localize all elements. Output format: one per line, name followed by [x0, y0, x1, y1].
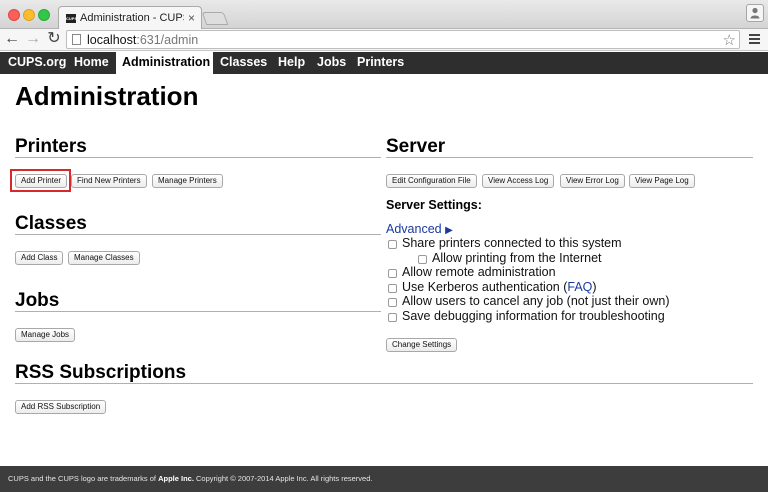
jobs-divider — [15, 311, 381, 312]
server-settings-label: Server Settings: — [386, 198, 482, 212]
cups-nav-bar: CUPS.org Home Administration Classes Hel… — [0, 52, 768, 74]
remote-admin-checkbox[interactable] — [388, 269, 397, 278]
edit-configuration-file-button[interactable]: Edit Configuration File — [386, 174, 477, 188]
footer: CUPS and the CUPS logo are trademarks of… — [0, 466, 768, 492]
person-icon — [750, 7, 760, 19]
nav-jobs[interactable]: Jobs — [317, 52, 347, 74]
cancel-any-job-checkbox[interactable] — [388, 298, 397, 307]
browser-titlebar: CUPS Administration - CUPS 2.0 × — [0, 0, 768, 30]
profile-button[interactable] — [746, 4, 764, 22]
address-bar[interactable]: localhost:631/admin ☆ — [66, 30, 740, 49]
debug-logging-checkbox[interactable] — [388, 313, 397, 322]
debug-logging-label: Save debugging information for troublesh… — [402, 309, 665, 323]
browser-tab-active[interactable]: CUPS Administration - CUPS 2.0 × — [58, 6, 202, 30]
url-text[interactable]: localhost:631/admin — [87, 33, 198, 47]
close-window-button[interactable] — [8, 9, 20, 21]
remote-admin-label: Allow remote administration — [402, 265, 556, 279]
browser-toolbar: ← → ↻ localhost:631/admin ☆ — [0, 29, 768, 51]
forward-icon[interactable]: → — [25, 31, 41, 47]
view-access-log-button[interactable]: View Access Log — [482, 174, 555, 188]
tab-title: Administration - CUPS 2.0 — [80, 12, 184, 24]
minimize-window-button[interactable] — [23, 9, 35, 21]
add-printer-highlight — [10, 169, 71, 192]
kerberos-label: Use Kerberos authentication (FAQ) — [402, 280, 597, 294]
nav-classes[interactable]: Classes — [220, 52, 267, 74]
view-page-log-button[interactable]: View Page Log — [629, 174, 695, 188]
server-divider — [386, 157, 753, 158]
page-icon — [72, 34, 81, 45]
share-printers-label: Share printers connected to this system — [402, 236, 622, 250]
nav-printers[interactable]: Printers — [357, 52, 407, 74]
kerberos-checkbox[interactable] — [388, 284, 397, 293]
new-tab-button[interactable] — [201, 12, 229, 25]
star-icon[interactable]: ☆ — [723, 31, 736, 49]
printers-divider — [15, 157, 381, 158]
url-path: :631/admin — [136, 33, 199, 47]
advanced-link[interactable]: Advanced ▶ — [386, 222, 453, 236]
back-icon[interactable]: ← — [4, 31, 20, 47]
find-new-printers-button[interactable]: Find New Printers — [71, 174, 147, 188]
add-class-button[interactable]: Add Class — [15, 251, 64, 265]
rss-divider — [15, 383, 753, 384]
menu-icon[interactable] — [749, 34, 760, 44]
url-host: localhost — [87, 33, 137, 47]
manage-jobs-button[interactable]: Manage Jobs — [15, 328, 76, 342]
allow-internet-printing-label: Allow printing from the Internet — [432, 251, 602, 265]
allow-internet-printing-checkbox[interactable] — [418, 255, 427, 264]
nav-home[interactable]: Home — [74, 52, 110, 74]
faq-link[interactable]: FAQ — [567, 280, 592, 294]
share-printers-checkbox[interactable] — [388, 240, 397, 249]
view-error-log-button[interactable]: View Error Log — [560, 174, 625, 188]
expand-arrow-icon: ▶ — [445, 225, 453, 236]
advanced-label: Advanced — [386, 222, 442, 236]
page-title: Administration — [15, 81, 199, 111]
manage-classes-button[interactable]: Manage Classes — [68, 251, 140, 265]
classes-divider — [15, 234, 381, 235]
reload-icon[interactable]: ↻ — [46, 31, 62, 47]
kerberos-label-text: Use Kerberos authentication ( — [402, 280, 568, 294]
footer-brand: Apple Inc. — [158, 474, 194, 483]
nav-administration[interactable]: Administration — [116, 52, 213, 74]
cups-favicon-icon: CUPS — [66, 14, 78, 23]
manage-printers-button[interactable]: Manage Printers — [152, 174, 223, 188]
footer-text-suffix: Copyright © 2007-2014 Apple Inc. All rig… — [193, 474, 373, 483]
tab-close-icon[interactable]: × — [188, 11, 195, 25]
nav-cups-org[interactable]: CUPS.org — [8, 52, 66, 74]
add-rss-subscription-button[interactable]: Add RSS Subscription — [15, 400, 107, 414]
change-settings-button[interactable]: Change Settings — [386, 338, 458, 352]
zoom-window-button[interactable] — [38, 9, 50, 21]
kerberos-label-close: ) — [592, 280, 597, 294]
cancel-any-job-label: Allow users to cancel any job (not just … — [402, 294, 670, 308]
footer-text-prefix: CUPS and the CUPS logo are trademarks of — [8, 474, 159, 483]
nav-help[interactable]: Help — [278, 52, 306, 74]
